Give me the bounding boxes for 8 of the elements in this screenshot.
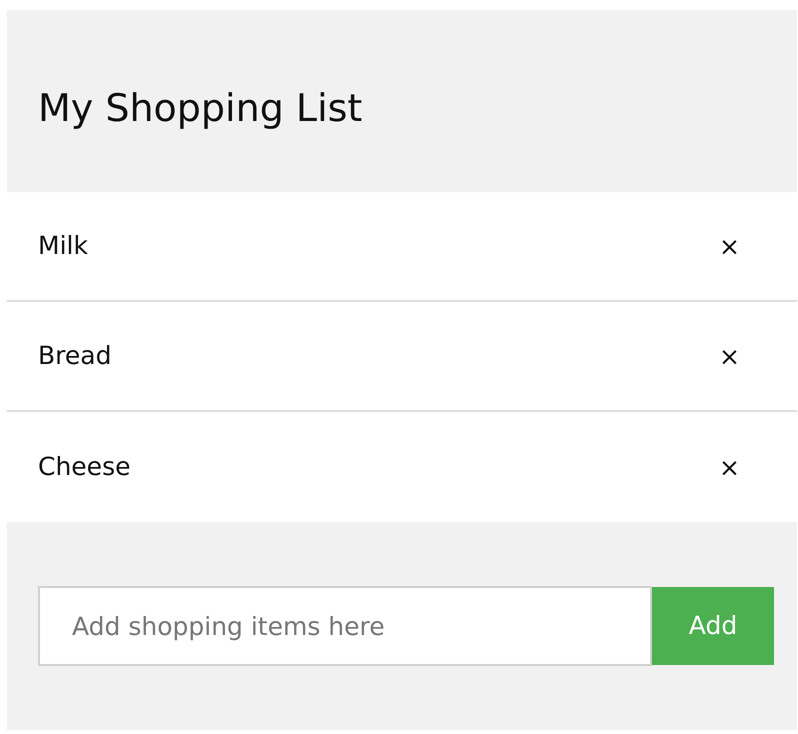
- item-input-field[interactable]: Add shopping items here: [38, 586, 652, 666]
- item-name: Bread: [38, 340, 112, 372]
- item-name: Milk: [38, 230, 88, 262]
- remove-button[interactable]: ×: [719, 454, 740, 480]
- page-title: My Shopping List: [38, 84, 362, 132]
- item-name: Cheese: [38, 451, 130, 484]
- remove-button[interactable]: ×: [719, 344, 740, 368]
- remove-button[interactable]: ×: [719, 234, 740, 258]
